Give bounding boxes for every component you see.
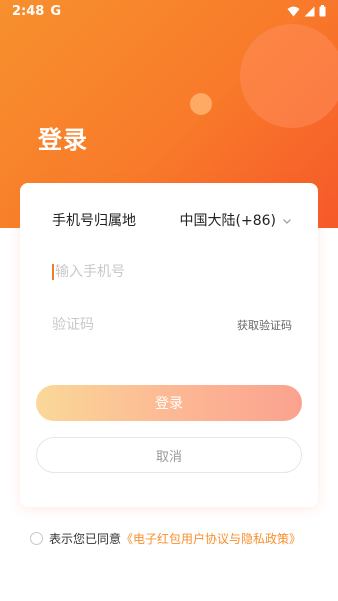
page-title: 登录 bbox=[38, 126, 88, 154]
decorative-circle-small bbox=[190, 93, 212, 115]
region-select[interactable]: 中国大陆(+86) bbox=[180, 210, 292, 230]
status-time: 2:48 bbox=[12, 3, 45, 19]
decorative-circle-large bbox=[240, 24, 338, 128]
status-bar: 2:48 G bbox=[0, 0, 338, 22]
wifi-icon bbox=[287, 6, 300, 17]
cancel-button[interactable]: 取消 bbox=[36, 437, 302, 473]
chevron-down-icon bbox=[276, 211, 292, 230]
agreement-link[interactable]: 《电子红包用户协议与隐私政策》 bbox=[121, 530, 301, 547]
code-row: 获取验证码 bbox=[52, 314, 292, 336]
battery-icon bbox=[319, 5, 326, 17]
agree-radio[interactable] bbox=[30, 532, 43, 545]
code-input[interactable] bbox=[52, 317, 237, 333]
signal-icon bbox=[304, 6, 315, 17]
phone-row bbox=[52, 261, 292, 283]
login-button[interactable]: 登录 bbox=[36, 385, 302, 421]
get-code-button[interactable]: 获取验证码 bbox=[237, 317, 292, 333]
google-icon: G bbox=[50, 3, 62, 19]
region-row: 手机号归属地 中国大陆(+86) bbox=[52, 209, 292, 231]
phone-input[interactable] bbox=[52, 264, 292, 280]
login-card: 手机号归属地 中国大陆(+86) 获取验证码 登录 取消 bbox=[20, 183, 318, 507]
agreement-row: 表示您已同意 《电子红包用户协议与隐私政策》 bbox=[30, 530, 301, 547]
region-label: 手机号归属地 bbox=[52, 213, 136, 229]
region-value: 中国大陆(+86) bbox=[179, 213, 276, 229]
agreement-text: 表示您已同意 bbox=[49, 532, 122, 546]
